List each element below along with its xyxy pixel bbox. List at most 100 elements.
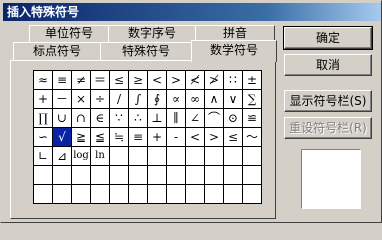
symbol-cell[interactable]: ～ — [242, 127, 262, 147]
symbol-cell[interactable] — [242, 165, 262, 185]
symbol-cell[interactable] — [128, 184, 148, 204]
symbol-cell[interactable]: + — [147, 127, 167, 147]
symbol-cell[interactable]: ≒ — [109, 127, 129, 147]
symbol-cell[interactable] — [223, 184, 243, 204]
symbol-cell[interactable]: ≤ — [223, 127, 243, 147]
symbol-cell[interactable]: ≌ — [242, 108, 262, 128]
symbol-cell[interactable]: < — [147, 70, 167, 90]
symbol-cell[interactable]: ∟ — [33, 146, 53, 166]
symbol-cell[interactable] — [33, 165, 53, 185]
symbol-cell[interactable]: ∵ — [109, 108, 129, 128]
symbol-grid-row — [33, 184, 262, 204]
symbol-cell[interactable]: < — [185, 127, 205, 147]
symbol-cell[interactable] — [128, 165, 148, 185]
symbol-cell[interactable] — [109, 146, 129, 166]
symbol-cell[interactable]: ∑ — [242, 89, 262, 109]
symbol-cell[interactable]: ≡ — [128, 127, 148, 147]
symbol-cell[interactable]: log — [71, 146, 91, 166]
symbol-cell[interactable] — [128, 146, 148, 166]
symbol-cell[interactable]: ∮ — [147, 89, 167, 109]
symbol-cell[interactable]: ln — [90, 146, 110, 166]
symbol-cell[interactable]: - — [166, 127, 186, 147]
symbol-cell[interactable]: ∩ — [71, 108, 91, 128]
symbol-cell[interactable]: ∠ — [185, 108, 205, 128]
symbol-cell[interactable]: ∽ — [33, 127, 53, 147]
window-title: 插入特殊符号 — [3, 3, 381, 21]
symbol-cell[interactable] — [223, 146, 243, 166]
symbol-cell[interactable]: ≮ — [185, 70, 205, 90]
symbol-cell[interactable] — [166, 146, 186, 166]
symbol-cell[interactable] — [52, 184, 72, 204]
symbol-cell[interactable]: － — [52, 89, 72, 109]
symbol-cell[interactable] — [204, 165, 224, 185]
symbol-cell[interactable]: ⌒ — [204, 108, 224, 128]
tab-unit-symbols[interactable]: 单位符号 — [29, 25, 109, 42]
symbol-cell[interactable]: ≧ — [71, 127, 91, 147]
symbol-cell[interactable] — [109, 165, 129, 185]
symbol-cell[interactable]: ∨ — [223, 89, 243, 109]
tab-math-symbols[interactable]: 数学符号 — [191, 40, 277, 62]
symbol-cell[interactable]: ≈ — [33, 70, 53, 90]
symbol-cell[interactable]: > — [166, 70, 186, 90]
symbol-cell[interactable] — [33, 184, 53, 204]
symbol-cell[interactable] — [147, 184, 167, 204]
symbol-cell[interactable] — [185, 165, 205, 185]
tab-number-ordinals[interactable]: 数字序号 — [108, 25, 196, 42]
symbol-cell[interactable]: ⊙ — [223, 108, 243, 128]
ok-button[interactable]: 确定 — [283, 26, 373, 50]
symbol-cell[interactable]: ∫ — [128, 89, 148, 109]
tab-punctuation[interactable]: 标点符号 — [13, 42, 101, 60]
symbol-cell[interactable] — [52, 165, 72, 185]
symbol-cell[interactable]: / — [109, 89, 129, 109]
symbol-cell[interactable] — [204, 146, 224, 166]
symbol-cell[interactable]: > — [204, 127, 224, 147]
symbol-cell[interactable] — [109, 184, 129, 204]
tab-special-symbols[interactable]: 特殊符号 — [100, 42, 192, 60]
symbol-cell[interactable]: + — [33, 89, 53, 109]
symbol-cell[interactable]: ≡ — [52, 70, 72, 90]
symbol-cell[interactable]: ± — [242, 70, 262, 90]
symbol-cell[interactable] — [185, 146, 205, 166]
symbol-cell[interactable] — [242, 184, 262, 204]
symbol-cell[interactable]: ∥ — [166, 108, 186, 128]
symbol-cell[interactable]: ∈ — [90, 108, 110, 128]
symbol-cell[interactable]: √ — [52, 127, 72, 147]
symbol-cell[interactable] — [204, 184, 224, 204]
symbol-cell[interactable]: ∧ — [204, 89, 224, 109]
symbol-cell[interactable] — [166, 184, 186, 204]
symbol-cell[interactable]: ≥ — [128, 70, 148, 90]
symbol-cell[interactable]: × — [71, 89, 91, 109]
symbol-cell[interactable] — [71, 184, 91, 204]
symbol-cell[interactable]: ＝ — [90, 70, 110, 90]
symbol-cell[interactable]: ⊿ — [52, 146, 72, 166]
symbol-cell[interactable]: ≤ — [109, 70, 129, 90]
symbol-cell[interactable] — [71, 165, 91, 185]
symbol-cell[interactable]: ∪ — [52, 108, 72, 128]
symbol-cell[interactable] — [147, 146, 167, 166]
symbol-grid-row: ∽ √ ≧ ≦ ≒ ≡ + - < > ≤ ～ — [33, 127, 262, 147]
symbol-cell[interactable] — [90, 165, 110, 185]
symbol-cell[interactable] — [166, 165, 186, 185]
symbol-grid-row: ∏ ∪ ∩ ∈ ∵ ∴ ⊥ ∥ ∠ ⌒ ⊙ ≌ — [33, 108, 262, 128]
symbol-cell[interactable]: ∴ — [128, 108, 148, 128]
symbol-cell[interactable] — [147, 165, 167, 185]
symbol-cell[interactable]: ∝ — [166, 89, 186, 109]
symbol-cell[interactable] — [242, 146, 262, 166]
insert-special-symbol-dialog: 插入特殊符号 单位符号 数字序号 拼音 标点符号 特殊符号 数学符号 ≈ ≡ ≠ ＝ ≤… — [0, 0, 382, 223]
symbol-cell[interactable]: ∏ — [33, 108, 53, 128]
symbol-cell[interactable] — [223, 165, 243, 185]
symbol-grid-row: ≈ ≡ ≠ ＝ ≤ ≥ < > ≮ ≯ ∷ ± — [33, 70, 262, 90]
symbol-cell[interactable]: ≦ — [90, 127, 110, 147]
symbol-cell[interactable] — [185, 184, 205, 204]
symbol-cell[interactable]: ÷ — [90, 89, 110, 109]
symbol-cell[interactable]: ≠ — [71, 70, 91, 90]
reset-toolbar-button[interactable]: 重设符号栏(R) — [284, 117, 372, 139]
show-toolbar-button[interactable]: 显示符号栏(S) — [284, 90, 372, 112]
symbol-cell[interactable]: ∞ — [185, 89, 205, 109]
symbol-cell[interactable] — [90, 184, 110, 204]
symbol-cell[interactable]: ∷ — [223, 70, 243, 90]
symbol-cell[interactable]: ⊥ — [147, 108, 167, 128]
cancel-button[interactable]: 取消 — [284, 54, 372, 76]
symbol-cell[interactable]: ≯ — [204, 70, 224, 90]
symbol-grid-row: ∟ ⊿ log ln — [33, 146, 262, 166]
